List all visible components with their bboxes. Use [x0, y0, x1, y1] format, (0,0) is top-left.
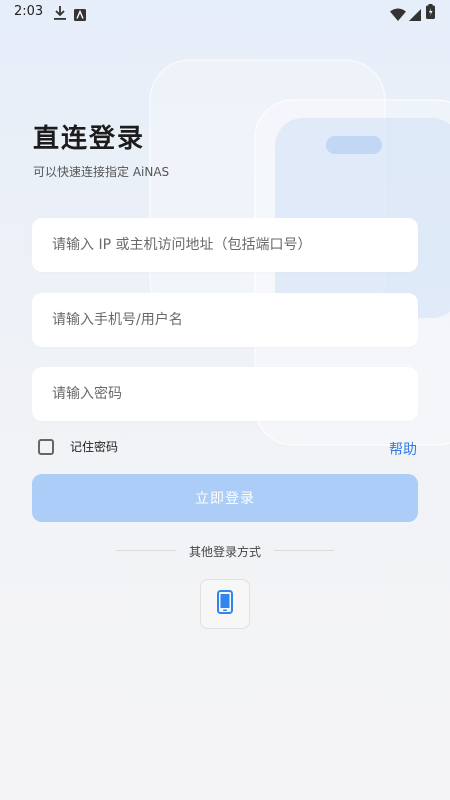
wifi-icon — [390, 6, 406, 25]
remember-password-checkbox[interactable] — [38, 438, 54, 455]
other-login-label: 其他登录方式 — [188, 545, 261, 559]
app-notification-icon — [74, 6, 86, 25]
status-bar: 2:03 — [0, 0, 450, 26]
password-input[interactable] — [32, 367, 418, 421]
status-time: 2:03 — [14, 4, 44, 19]
server-address-input[interactable] — [32, 218, 418, 272]
help-link[interactable]: 帮助 — [389, 439, 417, 459]
login-button[interactable]: 立即登录 — [32, 474, 418, 522]
phone-icon — [217, 590, 233, 618]
remember-password-row[interactable]: 记住密码 — [38, 438, 118, 455]
page-title: 直连登录 — [33, 124, 146, 154]
signal-icon — [409, 6, 421, 25]
username-input[interactable] — [32, 293, 418, 347]
download-icon — [54, 5, 66, 24]
remember-password-label[interactable]: 记住密码 — [70, 438, 118, 455]
page-subtitle: 可以快速连接指定 AiNAS — [33, 165, 170, 179]
phone-login-button[interactable] — [200, 579, 250, 629]
battery-icon — [426, 4, 435, 23]
